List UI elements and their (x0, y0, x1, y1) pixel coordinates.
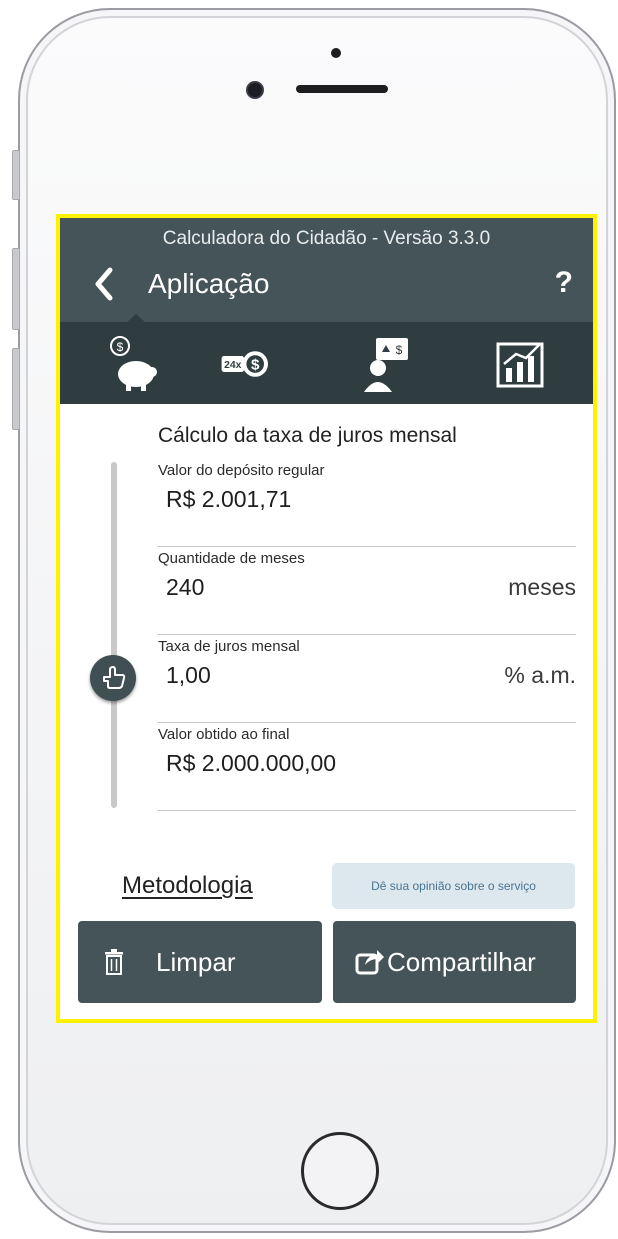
pointing-hand-icon (103, 666, 126, 689)
back-chevron-icon[interactable] (94, 266, 114, 302)
clear-button-label: Limpar (156, 947, 236, 977)
svg-text:$: $ (117, 340, 124, 354)
months-field[interactable]: Quantidade de meses 240 meses (158, 550, 576, 635)
installments-24x-icon[interactable]: 24x $ (220, 332, 284, 396)
front-sensor-dot (331, 48, 341, 58)
interest-rate-unit: % a.m. (504, 662, 576, 688)
months-value[interactable]: 240 (166, 574, 204, 601)
interest-rate-label: Taxa de juros mensal (158, 638, 300, 655)
final-value-field[interactable]: Valor obtido ao final R$ 2.000.000,00 (158, 726, 576, 811)
deposit-label: Valor do depósito regular (158, 462, 325, 479)
months-unit: meses (508, 574, 576, 600)
interest-rate-field[interactable]: Taxa de juros mensal 1,00 % a.m. (158, 638, 576, 723)
deposit-value[interactable]: R$ 2.001,71 (166, 486, 291, 513)
slider-track[interactable] (111, 462, 117, 808)
months-label: Quantidade de meses (158, 550, 305, 567)
app-screen: Calculadora do Cidadão - Versão 3.3.0 Ap… (56, 214, 597, 1023)
svg-text:$: $ (396, 343, 403, 357)
share-button-label: Compartilhar (387, 947, 536, 977)
clear-button[interactable]: Limpar (78, 921, 322, 1003)
page-title: Aplicação (148, 268, 270, 299)
final-value-label: Valor obtido ao final (158, 726, 290, 743)
deposit-field[interactable]: Valor do depósito regular R$ 2.001,71 (158, 462, 576, 547)
person-finance-icon[interactable]: $ (358, 332, 422, 396)
svg-text:24x: 24x (224, 360, 242, 371)
piggy-bank-icon[interactable]: $ (102, 332, 166, 396)
mute-switch[interactable] (12, 150, 20, 200)
volume-up-button[interactable] (12, 248, 20, 330)
calculation-heading: Cálculo da taxa de juros mensal (158, 424, 457, 447)
earpiece-speaker (296, 85, 388, 93)
slider-handle[interactable] (90, 655, 136, 701)
svg-text:$: $ (251, 357, 260, 374)
tab-bar: $ 24x $ $ (60, 322, 593, 404)
home-button[interactable] (301, 1132, 379, 1210)
feedback-button[interactable]: Dê sua opinião sobre o serviço (332, 863, 575, 909)
final-value-value[interactable]: R$ 2.000.000,00 (166, 750, 336, 777)
interest-rate-value[interactable]: 1,00 (166, 662, 211, 689)
trash-icon (105, 949, 123, 975)
volume-down-button[interactable] (12, 348, 20, 430)
share-icon (355, 950, 384, 975)
version-bar: Calculadora do Cidadão - Versão 3.3.0 (162, 228, 491, 249)
front-camera (248, 83, 262, 97)
methodology-link[interactable]: Metodologia (122, 872, 253, 900)
share-button[interactable]: Compartilhar (333, 921, 576, 1003)
app-header: Calculadora do Cidadão - Versão 3.3.0 Ap… (60, 218, 593, 322)
bar-chart-icon[interactable] (490, 332, 554, 396)
help-button[interactable]: ? (555, 266, 573, 300)
